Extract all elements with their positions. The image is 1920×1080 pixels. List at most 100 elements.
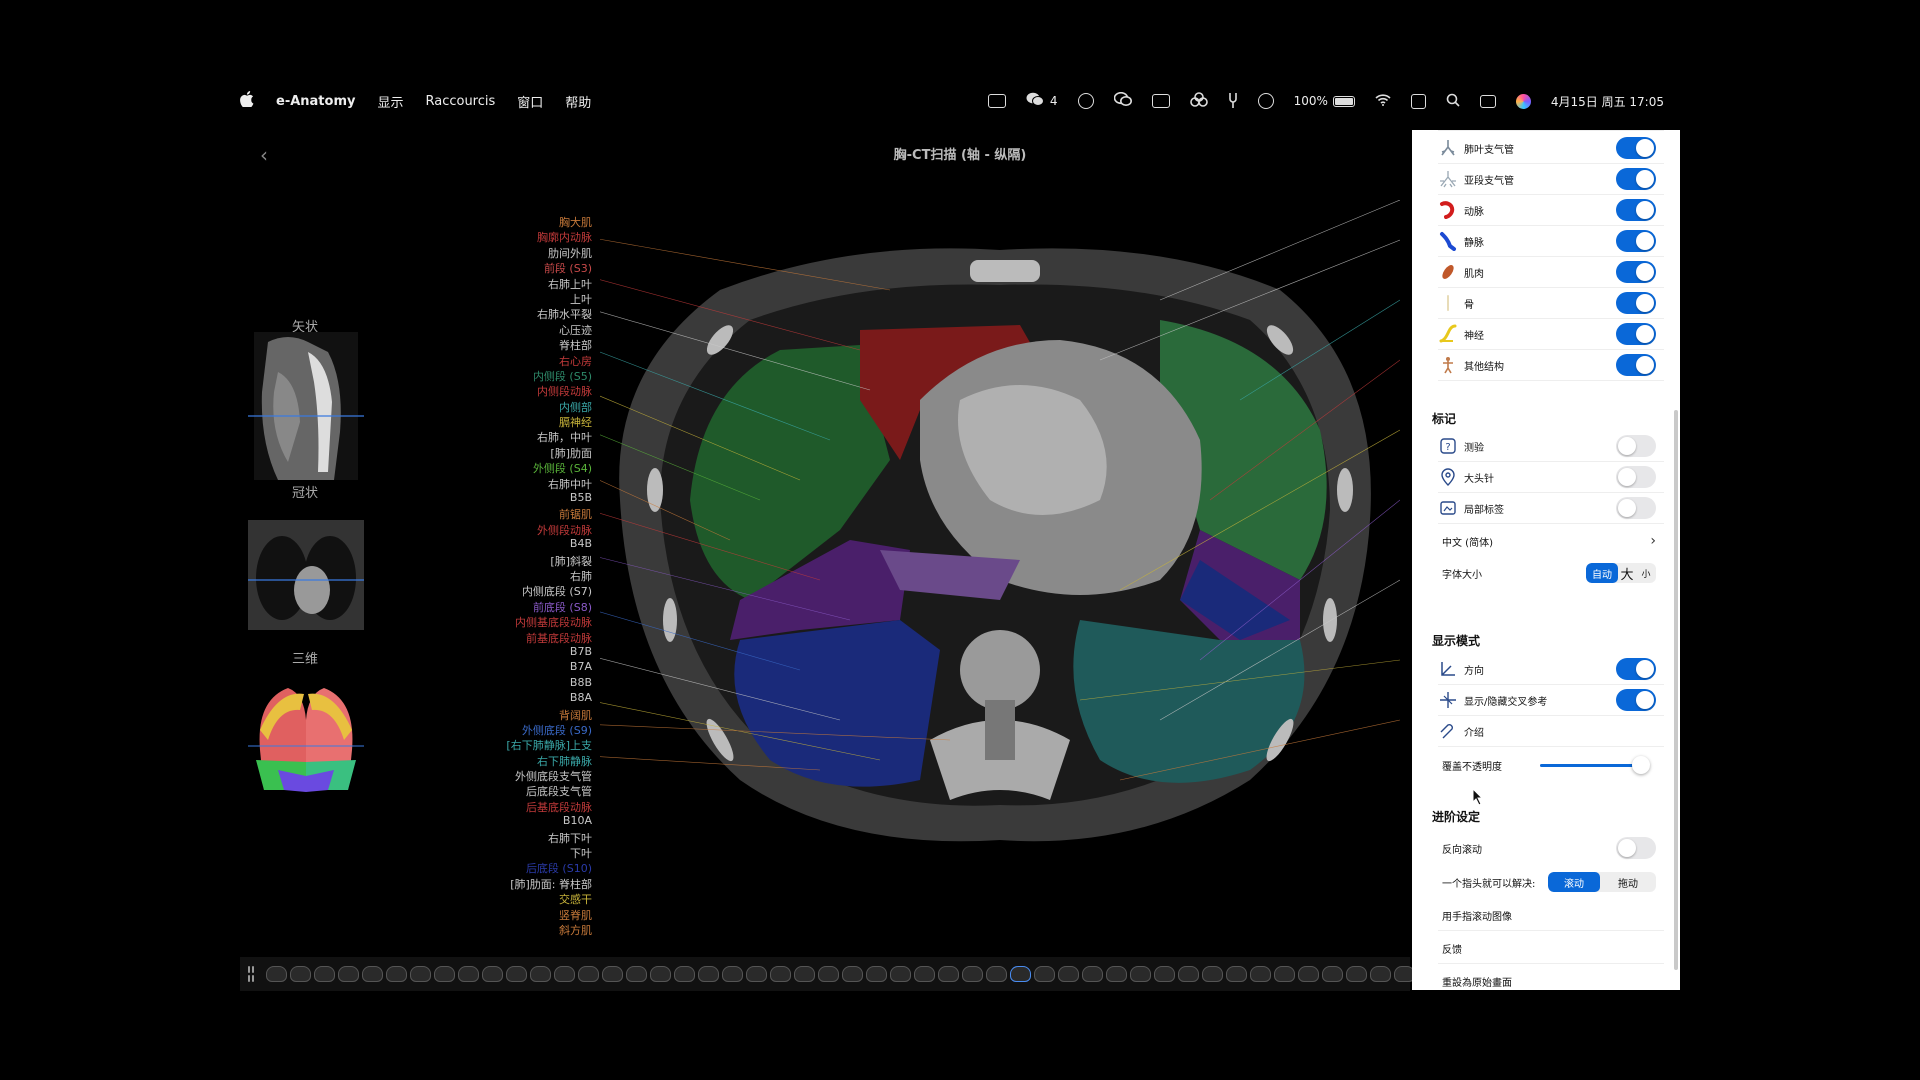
battery-status[interactable]: 100% (1294, 94, 1355, 108)
opacity-slider[interactable] (1540, 755, 1651, 774)
structure-label[interactable]: 外侧段动脉 (490, 522, 592, 537)
font-size-control[interactable]: 自动 大 小 (1586, 563, 1656, 583)
feedback-row[interactable]: 反馈 (1412, 933, 1680, 963)
sagittal-thumbnail[interactable] (248, 332, 364, 480)
structure-label[interactable]: 前底段 (S8) (490, 599, 592, 614)
slice-thumbnail[interactable] (434, 966, 455, 982)
toggle-switch[interactable] (1616, 261, 1656, 283)
reverse-scroll-toggle[interactable] (1616, 837, 1656, 859)
slice-thumbnail[interactable] (266, 966, 287, 982)
screen-record-icon[interactable] (987, 94, 1006, 108)
slice-thumbnail[interactable] (1178, 966, 1199, 982)
slice-thumbnail[interactable] (890, 966, 911, 982)
display-icon[interactable] (1151, 94, 1170, 108)
font-size-auto[interactable]: 自动 (1586, 563, 1618, 583)
panel-scrollbar[interactable] (1674, 410, 1678, 970)
toggle-switch[interactable] (1616, 292, 1656, 314)
structure-label[interactable]: 内侧底段 (S7) (490, 583, 592, 598)
tuning-fork-icon[interactable] (1228, 92, 1238, 111)
structure-label[interactable]: 内侧段 (S5) (490, 368, 592, 383)
structure-label[interactable]: 内侧段动脉 (490, 383, 592, 398)
toggle-switch[interactable] (1616, 199, 1656, 221)
slice-thumbnail[interactable] (1298, 966, 1319, 982)
slice-thumbnail[interactable] (722, 966, 743, 982)
toggle-switch[interactable] (1616, 658, 1656, 680)
slice-thumbnail[interactable] (314, 966, 335, 982)
toggle-switch[interactable] (1616, 435, 1656, 457)
structure-label[interactable]: 外侧段 (S4) (490, 460, 592, 475)
slice-thumbnail[interactable] (1154, 966, 1175, 982)
slice-thumbnail[interactable] (626, 966, 647, 982)
structure-label[interactable]: [右下肺静脉]上支 (490, 737, 592, 752)
finger-scroll-row[interactable]: 用手指滚动图像 (1412, 900, 1680, 930)
datetime[interactable]: 4月15日 周五 17:05 (1551, 93, 1664, 110)
slice-thumbnail[interactable] (410, 966, 431, 982)
coronal-thumbnail[interactable] (248, 520, 364, 630)
structure-label[interactable]: 下叶 (490, 845, 592, 860)
structure-label[interactable]: 斜方肌 (490, 922, 592, 937)
toggle-switch[interactable] (1616, 323, 1656, 345)
structure-label[interactable]: 背阔肌 (490, 707, 592, 722)
slice-thumbnail[interactable] (1226, 966, 1247, 982)
structure-label[interactable]: 前锯肌 (490, 506, 592, 521)
input-method-icon[interactable] (1410, 93, 1426, 109)
slice-thumbnail[interactable] (866, 966, 887, 982)
one-finger-scroll-option[interactable]: 滚动 (1548, 872, 1600, 892)
slice-thumbnail[interactable] (578, 966, 599, 982)
toggle-switch[interactable] (1616, 137, 1656, 159)
toggle-switch[interactable] (1616, 168, 1656, 190)
structure-label[interactable]: 膈神经 (490, 414, 592, 429)
structure-label[interactable]: 后底段 (S10) (490, 860, 592, 875)
slice-thumbnail[interactable] (674, 966, 695, 982)
structure-label[interactable]: 心压迹 (490, 322, 592, 337)
apple-icon[interactable] (240, 91, 254, 111)
structure-label[interactable]: 竖脊肌 (490, 907, 592, 922)
slice-thumbnail[interactable] (386, 966, 407, 982)
slice-thumbnail[interactable] (338, 966, 359, 982)
one-finger-drag-option[interactable]: 拖动 (1600, 872, 1656, 892)
slice-thumbnail[interactable] (842, 966, 863, 982)
app-name-menu[interactable]: e-Anatomy (276, 94, 355, 109)
messages-icon[interactable] (1077, 93, 1094, 109)
structure-label[interactable]: 外侧底段 (S9) (490, 722, 592, 737)
toggle-switch[interactable] (1616, 466, 1656, 488)
slice-thumbnail[interactable] (1034, 966, 1055, 982)
structure-label[interactable]: 右肺水平裂 (490, 306, 592, 321)
slice-thumbnail[interactable] (914, 966, 935, 982)
slice-thumbnail[interactable] (794, 966, 815, 982)
slice-thumbnail[interactable] (1082, 966, 1103, 982)
slice-thumbnail[interactable] (1274, 966, 1295, 982)
structure-label[interactable]: 前基底段动脉 (490, 630, 592, 645)
structure-label[interactable]: 右肺下叶 (490, 830, 592, 845)
font-size-big[interactable]: 大 (1618, 563, 1636, 583)
structure-label[interactable]: 内侧基底段动脉 (490, 614, 592, 629)
structure-label[interactable]: B8A (490, 691, 592, 706)
toggle-switch[interactable] (1616, 354, 1656, 376)
structure-label[interactable]: 右肺上叶 (490, 276, 592, 291)
structure-label[interactable]: [肺]肋面 (490, 445, 592, 460)
structure-label[interactable]: 右心房 (490, 353, 592, 368)
grid-view-icon[interactable] (248, 966, 254, 982)
menu-window[interactable]: 窗口 (517, 92, 543, 111)
slice-thumbnail[interactable] (1010, 966, 1031, 982)
structure-label[interactable]: B8B (490, 676, 592, 691)
structure-label[interactable]: 右肺中叶 (490, 476, 592, 491)
structure-label[interactable]: [肺]斜裂 (490, 553, 592, 568)
slice-thumbnail[interactable] (1130, 966, 1151, 982)
language-selector[interactable]: 中文 (简体) › (1412, 526, 1680, 556)
toggle-switch[interactable] (1616, 230, 1656, 252)
3d-thumbnail[interactable] (248, 680, 364, 796)
structure-label[interactable]: B5B (490, 491, 592, 506)
slice-thumbnail[interactable] (650, 966, 671, 982)
slice-thumbnail[interactable] (1322, 966, 1343, 982)
siri-icon[interactable] (1515, 93, 1531, 109)
structure-label[interactable]: [肺]肋面: 脊柱部 (490, 876, 592, 891)
slice-thumbnail[interactable] (1106, 966, 1127, 982)
slice-thumbnail[interactable] (938, 966, 959, 982)
slice-thumbnail[interactable] (530, 966, 551, 982)
search-icon[interactable] (1446, 93, 1460, 110)
structure-label[interactable]: 交感干 (490, 891, 592, 906)
structure-label[interactable]: 右肺，中叶 (490, 429, 592, 444)
wifi-icon[interactable] (1375, 93, 1391, 109)
slice-thumbnail[interactable] (1058, 966, 1079, 982)
